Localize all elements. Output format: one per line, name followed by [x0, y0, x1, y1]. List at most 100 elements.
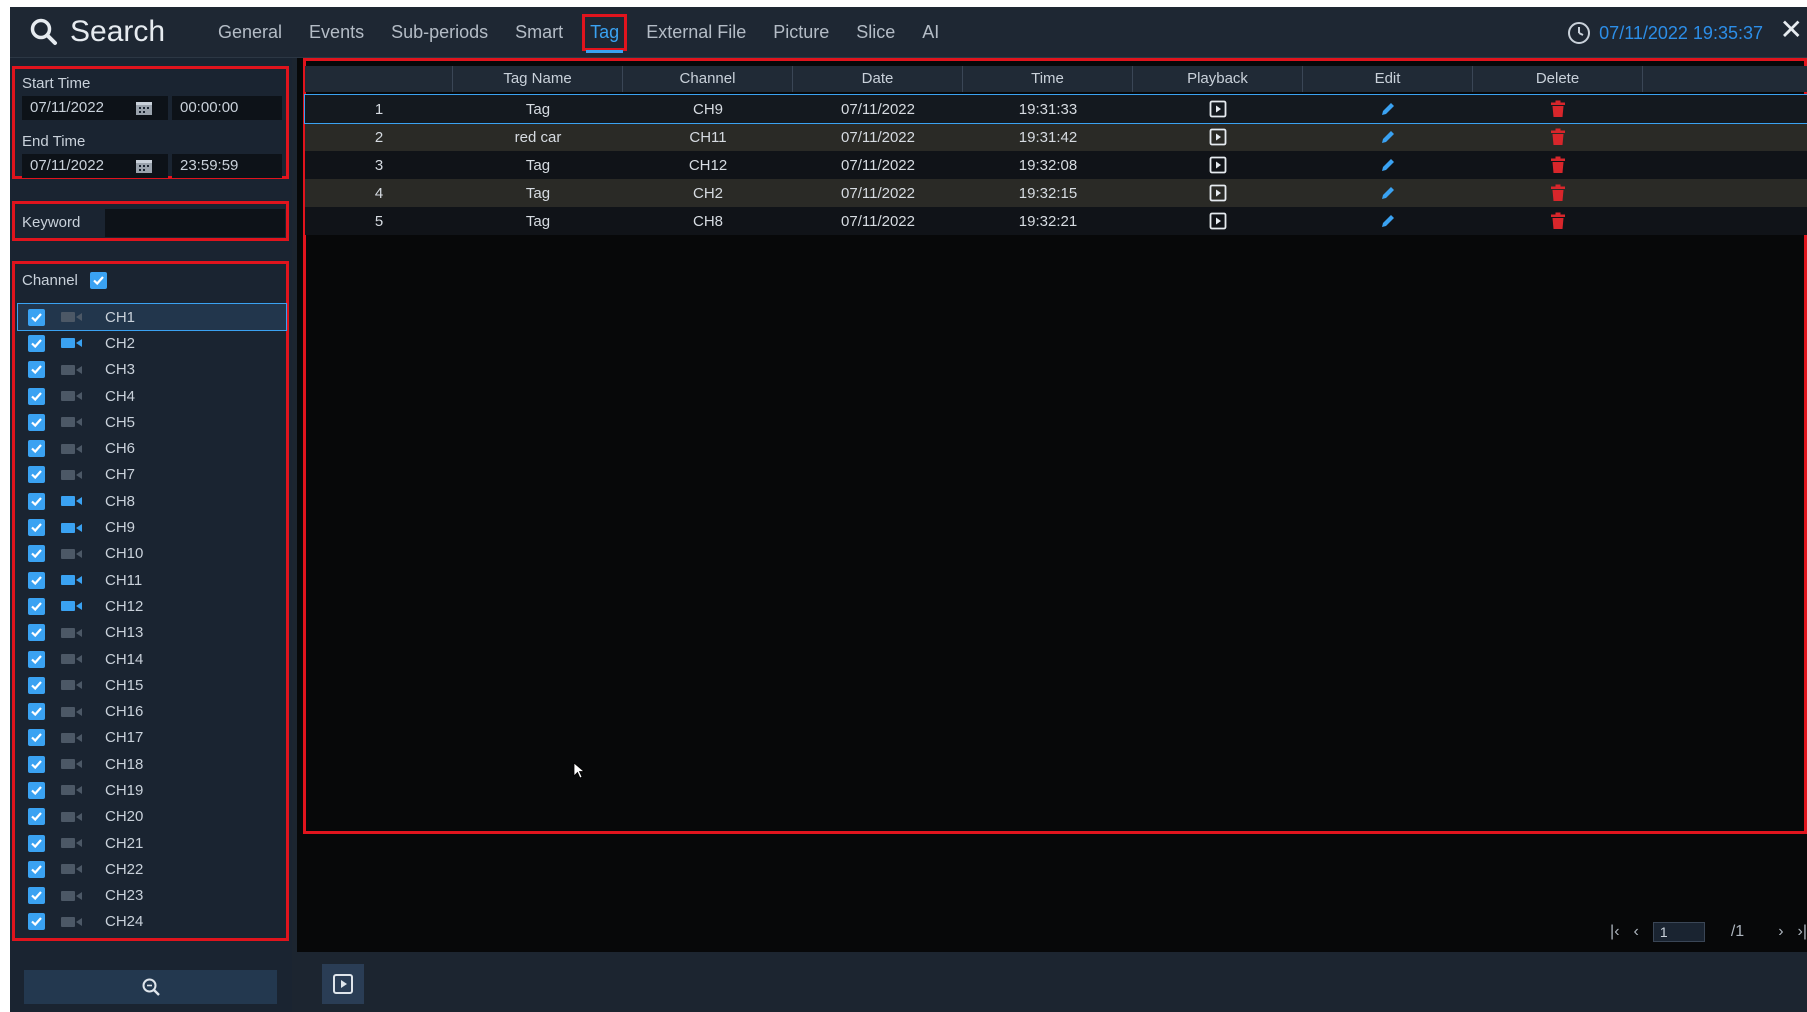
table-row[interactable]: 4 Tag CH2 07/11/2022 19:32:15 — [305, 179, 1807, 207]
channel-checkbox[interactable] — [28, 334, 45, 352]
channel-item[interactable]: CH13 — [18, 620, 286, 646]
channel-checkbox[interactable] — [28, 597, 45, 615]
channel-item[interactable]: CH23 — [18, 883, 286, 909]
channel-item[interactable]: CH22 — [18, 856, 286, 882]
channel-item[interactable]: CH1 — [17, 302, 287, 332]
channel-checkbox[interactable] — [28, 860, 45, 878]
edit-button[interactable] — [1303, 207, 1473, 235]
search-button[interactable] — [24, 970, 277, 1004]
channel-item[interactable]: CH17 — [18, 725, 286, 751]
channel-item[interactable]: CH20 — [18, 804, 286, 830]
row-index: 2 — [374, 128, 384, 146]
channel-item[interactable]: CH3 — [18, 357, 286, 383]
close-icon[interactable]: ✕ — [1780, 15, 1803, 45]
channel-item[interactable]: CH8 — [18, 488, 286, 514]
keyword-input[interactable] — [105, 209, 285, 237]
channel-name: CH22 — [105, 860, 144, 878]
channel-checkbox[interactable] — [28, 545, 45, 563]
delete-button[interactable] — [1473, 151, 1643, 179]
tab-slice[interactable]: Slice — [856, 22, 895, 43]
channel-checkbox[interactable] — [28, 571, 45, 589]
channel-item[interactable]: CH24 — [18, 909, 286, 935]
channel-checkbox[interactable] — [28, 361, 45, 379]
channel-checkbox[interactable] — [28, 624, 45, 642]
tab-tag[interactable]: Tag — [582, 13, 628, 53]
table-row[interactable]: 1 Tag CH9 07/11/2022 19:31:33 — [304, 94, 1807, 124]
edit-button[interactable] — [1303, 123, 1473, 151]
calendar-icon[interactable] — [135, 158, 153, 174]
channel-checkbox[interactable] — [28, 308, 45, 326]
camera-icon — [61, 601, 82, 612]
channel-item[interactable]: CH10 — [18, 541, 286, 567]
tab-sub-periods[interactable]: Sub-periods — [391, 22, 488, 43]
playback-button[interactable] — [1133, 95, 1303, 123]
channel-checkbox[interactable] — [28, 413, 45, 431]
channel-item[interactable]: CH19 — [18, 777, 286, 803]
edit-button[interactable] — [1303, 151, 1473, 179]
channel-checkbox[interactable] — [28, 492, 45, 510]
tab-events[interactable]: Events — [309, 22, 364, 43]
last-page-icon[interactable]: ›| — [1798, 923, 1807, 941]
prev-page-icon[interactable]: ‹ — [1634, 923, 1639, 941]
tab-external-file[interactable]: External File — [646, 22, 746, 43]
channel-checkbox[interactable] — [28, 519, 45, 537]
channel-checkbox[interactable] — [28, 808, 45, 826]
delete-button[interactable] — [1473, 207, 1643, 235]
channel-item[interactable]: CH9 — [18, 514, 286, 540]
delete-button[interactable] — [1473, 179, 1643, 207]
playback-button[interactable] — [1133, 207, 1303, 235]
calendar-icon[interactable] — [135, 100, 153, 116]
channel-item[interactable]: CH15 — [18, 672, 286, 698]
channel-checkbox[interactable] — [28, 755, 45, 773]
channel-item[interactable]: CH21 — [18, 830, 286, 856]
channel-item[interactable]: CH2 — [18, 330, 286, 356]
channel-checkbox[interactable] — [28, 834, 45, 852]
channel-checkbox[interactable] — [28, 913, 45, 931]
channel-checkbox[interactable] — [28, 781, 45, 799]
channel-item[interactable]: CH6 — [18, 435, 286, 461]
channel-checkbox[interactable] — [28, 703, 45, 721]
channel-name: CH8 — [105, 492, 136, 510]
channel-checkbox[interactable] — [28, 650, 45, 668]
channel-checkbox[interactable] — [28, 440, 45, 458]
channel-checkbox[interactable] — [28, 466, 45, 484]
channel-checkbox[interactable] — [28, 887, 45, 905]
channel-item[interactable]: CH16 — [18, 698, 286, 724]
table-row[interactable]: 2 red car CH11 07/11/2022 19:31:42 — [305, 123, 1807, 151]
search-icon — [142, 978, 160, 996]
row-time: 19:32:21 — [1018, 212, 1078, 230]
playback-button[interactable] — [1133, 123, 1303, 151]
tab-general[interactable]: General — [218, 22, 282, 43]
camera-icon — [61, 496, 82, 507]
end-time-field[interactable]: 23:59:59 — [172, 154, 282, 178]
tab-bar: General Events Sub-periods Smart Tag Ext… — [218, 7, 966, 57]
channel-item[interactable]: CH18 — [18, 751, 286, 777]
channel-item[interactable]: CH11 — [18, 567, 286, 593]
playback-selected-button[interactable] — [322, 964, 364, 1004]
page-number-input[interactable]: 1 — [1652, 922, 1705, 942]
channel-checkbox[interactable] — [28, 729, 45, 747]
tab-smart[interactable]: Smart — [515, 22, 563, 43]
playback-button[interactable] — [1133, 179, 1303, 207]
checkmark-icon — [31, 707, 42, 717]
channel-item[interactable]: CH14 — [18, 646, 286, 672]
table-row[interactable]: 5 Tag CH8 07/11/2022 19:32:21 — [305, 207, 1807, 235]
channel-item[interactable]: CH4 — [18, 383, 286, 409]
channel-checkbox[interactable] — [28, 387, 45, 405]
channel-item[interactable]: CH7 — [18, 462, 286, 488]
tab-ai[interactable]: AI — [922, 22, 939, 43]
next-page-icon[interactable]: › — [1778, 923, 1783, 941]
select-all-checkbox[interactable] — [89, 272, 107, 289]
delete-button[interactable] — [1473, 95, 1643, 123]
channel-checkbox[interactable] — [28, 676, 45, 694]
channel-item[interactable]: CH12 — [18, 593, 286, 619]
tab-picture[interactable]: Picture — [773, 22, 829, 43]
edit-button[interactable] — [1303, 179, 1473, 207]
table-row[interactable]: 3 Tag CH12 07/11/2022 19:32:08 — [305, 151, 1807, 179]
playback-button[interactable] — [1133, 151, 1303, 179]
start-time-field[interactable]: 00:00:00 — [172, 96, 282, 120]
channel-item[interactable]: CH5 — [18, 409, 286, 435]
delete-button[interactable] — [1473, 123, 1643, 151]
edit-button[interactable] — [1303, 95, 1473, 123]
first-page-icon[interactable]: |‹ — [1610, 923, 1619, 941]
